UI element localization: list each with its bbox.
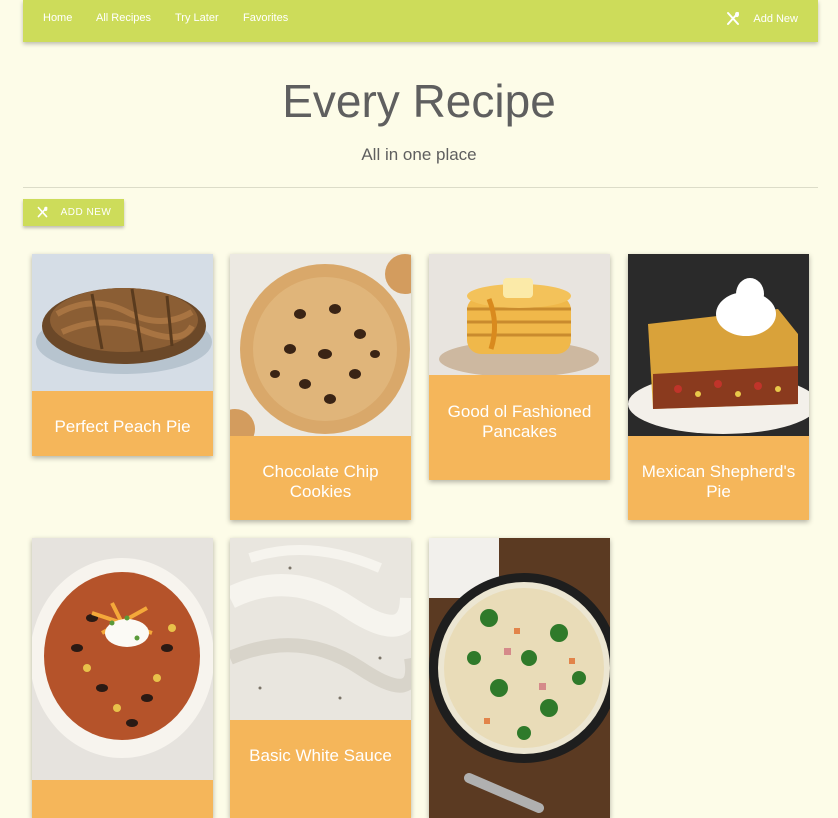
top-navbar: Home All Recipes Try Later Favorites Add… bbox=[23, 0, 818, 42]
recipe-card[interactable]: Perfect Peach Pie bbox=[32, 254, 213, 456]
recipe-image-cookies bbox=[230, 254, 411, 436]
recipe-title: Good ol Fashioned Pancakes bbox=[447, 402, 592, 441]
recipe-card[interactable]: Basic White Sauce bbox=[230, 538, 411, 818]
recipe-card[interactable]: Mexican Shepherd's Pie bbox=[628, 254, 809, 520]
recipe-card[interactable]: Good ol Fashioned Pancakes bbox=[429, 254, 610, 480]
utensils-icon bbox=[725, 11, 741, 27]
nav-add-label: Add New bbox=[753, 13, 798, 25]
nav-all-recipes[interactable]: All Recipes bbox=[96, 12, 151, 24]
nav-add-new[interactable]: Add New bbox=[725, 11, 798, 27]
recipe-image-broccoli-soup bbox=[429, 538, 610, 818]
recipe-image-shepherds-pie bbox=[628, 254, 809, 436]
page-subtitle: All in one place bbox=[361, 145, 477, 164]
recipe-image-chili bbox=[32, 538, 213, 780]
add-new-button[interactable]: ADD NEW bbox=[23, 199, 124, 226]
recipe-card[interactable] bbox=[32, 538, 213, 818]
recipe-title: Chocolate Chip Cookies bbox=[262, 462, 379, 501]
recipe-image-pancakes bbox=[429, 254, 610, 375]
recipe-title: Mexican Shepherd's Pie bbox=[641, 462, 796, 501]
recipe-title: Basic White Sauce bbox=[249, 746, 392, 765]
recipe-title: Perfect Peach Pie bbox=[54, 417, 191, 436]
utensils-icon bbox=[36, 206, 49, 219]
recipe-card[interactable] bbox=[429, 538, 610, 818]
nav-home[interactable]: Home bbox=[43, 12, 72, 24]
divider bbox=[23, 187, 818, 188]
page-title: Every Recipe bbox=[282, 75, 556, 127]
nav-try-later[interactable]: Try Later bbox=[175, 12, 219, 24]
recipe-image-white-sauce bbox=[230, 538, 411, 720]
add-new-label: ADD NEW bbox=[60, 207, 112, 218]
recipe-image-peach-pie bbox=[32, 254, 213, 391]
nav-favorites[interactable]: Favorites bbox=[243, 12, 288, 24]
recipe-card[interactable]: Chocolate Chip Cookies bbox=[230, 254, 411, 520]
